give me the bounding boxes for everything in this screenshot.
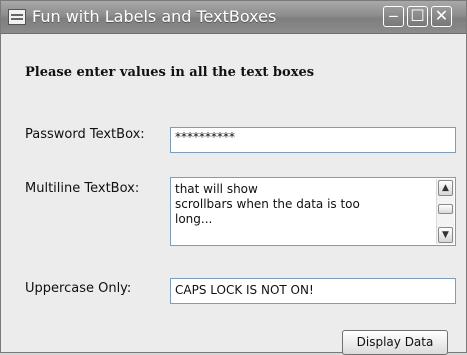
multiline-label: Multiline TextBox: (25, 181, 140, 196)
scroll-down-icon[interactable]: ▼ (438, 227, 453, 243)
vertical-scrollbar[interactable]: ▲ ▼ (436, 179, 454, 244)
form-content: Please enter values in all the text boxe… (1, 34, 466, 355)
minimize-button[interactable]: ‒ (383, 6, 404, 27)
minimize-icon: ‒ (388, 6, 399, 25)
multiline-line-2: scrollbars when the data is too (175, 197, 360, 211)
password-value: ********** (175, 130, 235, 144)
close-button[interactable]: ✕ (431, 6, 452, 27)
window-title: Fun with Labels and TextBoxes (32, 7, 277, 26)
password-label: Password TextBox: (25, 127, 145, 142)
close-icon: ✕ (434, 6, 449, 25)
multiline-text: that will show scrollbars when the data … (175, 182, 425, 227)
form-heading: Please enter values in all the text boxe… (25, 65, 315, 80)
maximize-button[interactable]: ☐ (407, 6, 428, 27)
uppercase-value: CAPS LOCK IS NOT ON! (175, 283, 314, 297)
scroll-thumb[interactable] (438, 204, 453, 214)
main-window: Fun with Labels and TextBoxes ‒ ☐ ✕ Plea… (0, 0, 467, 355)
multiline-line-1: that will show (175, 182, 258, 196)
app-icon (8, 9, 26, 25)
multiline-textbox[interactable]: that will show scrollbars when the data … (170, 177, 456, 246)
uppercase-textbox[interactable]: CAPS LOCK IS NOT ON! (170, 278, 456, 304)
scroll-up-icon[interactable]: ▲ (438, 180, 453, 196)
uppercase-label: Uppercase Only: (25, 281, 132, 296)
multiline-line-3: long... (175, 212, 213, 226)
display-data-button[interactable]: Display Data (342, 330, 448, 355)
maximize-icon: ☐ (410, 6, 425, 25)
title-bar[interactable]: Fun with Labels and TextBoxes ‒ ☐ ✕ (1, 1, 466, 34)
password-textbox[interactable]: ********** (170, 127, 456, 153)
